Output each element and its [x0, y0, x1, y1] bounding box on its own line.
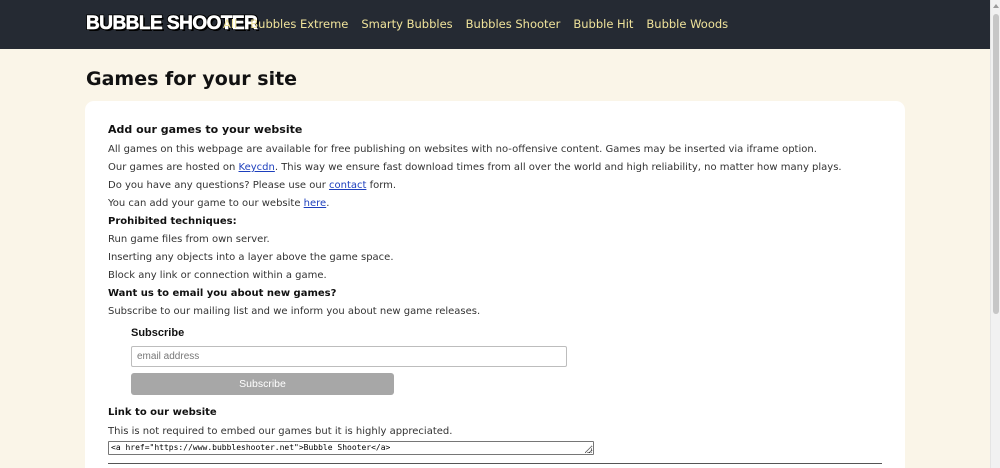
nav-link-bubble-woods[interactable]: Bubble Woods: [646, 17, 728, 31]
page-title: Games for your site: [86, 68, 298, 90]
link-heading: Link to our website: [108, 407, 217, 418]
add-game-text-after: .: [326, 198, 330, 209]
link-description: This is not required to embed our games …: [108, 426, 453, 437]
paragraph-contact: Do you have any questions? Please use ou…: [108, 180, 396, 191]
nav-link-bubble-hit[interactable]: Bubble Hit: [573, 17, 633, 31]
keycdn-link[interactable]: Keycdn: [239, 162, 275, 173]
subscribe-title: Subscribe: [131, 327, 185, 339]
nav-link-bubbles-extreme[interactable]: Bubbles Extreme: [250, 17, 348, 31]
email-address-input[interactable]: [131, 346, 567, 367]
nav-link-all[interactable]: All: [223, 17, 237, 31]
resize-handle-icon[interactable]: [587, 448, 592, 453]
paragraph-availability: All games on this webpage are available …: [108, 144, 817, 155]
vertical-scrollbar[interactable]: [990, 0, 1000, 468]
prohibited-item: Inserting any objects into a layer above…: [108, 252, 394, 263]
hosting-text-after: . This way we ensure fast download times…: [274, 162, 842, 173]
nav-link-smarty-bubbles[interactable]: Smarty Bubbles: [361, 17, 452, 31]
divider: [108, 463, 882, 464]
subscribe-button[interactable]: Subscribe: [131, 373, 394, 395]
contact-text-before: Do you have any questions? Please use ou…: [108, 180, 329, 191]
embed-code-text: <a href="https://www.bubbleshooter.net">…: [111, 443, 391, 452]
main-nav: All Bubbles Extreme Smarty Bubbles Bubbl…: [223, 17, 741, 31]
prohibited-item: Run game files from own server.: [108, 234, 270, 245]
hosting-text-before: Our games are hosted on: [108, 162, 239, 173]
scrollbar-thumb[interactable]: [993, 14, 999, 314]
paragraph-hosting: Our games are hosted on Keycdn. This way…: [108, 162, 842, 173]
paragraph-add-game: You can add your game to our website her…: [108, 198, 329, 209]
add-game-text-before: You can add your game to our website: [108, 198, 304, 209]
scroll-up-arrow-icon[interactable]: [993, 4, 999, 8]
content-card: Add our games to your website All games …: [85, 101, 905, 468]
add-game-here-link[interactable]: here: [304, 198, 327, 209]
prohibited-item: Block any link or connection within a ga…: [108, 270, 327, 281]
nav-link-bubbles-shooter[interactable]: Bubbles Shooter: [466, 17, 561, 31]
contact-text-after: form.: [366, 180, 397, 191]
contact-link[interactable]: contact: [329, 180, 366, 191]
email-heading: Want us to email you about new games?: [108, 288, 337, 299]
section-heading-add-games: Add our games to your website: [108, 123, 303, 136]
top-navigation-bar: BUBBLE SHOOTER All Bubbles Extreme Smart…: [0, 0, 990, 49]
prohibited-heading: Prohibited techniques:: [108, 216, 237, 227]
embed-code-textarea[interactable]: <a href="https://www.bubbleshooter.net">…: [108, 441, 594, 455]
email-description: Subscribe to our mailing list and we inf…: [108, 306, 481, 317]
